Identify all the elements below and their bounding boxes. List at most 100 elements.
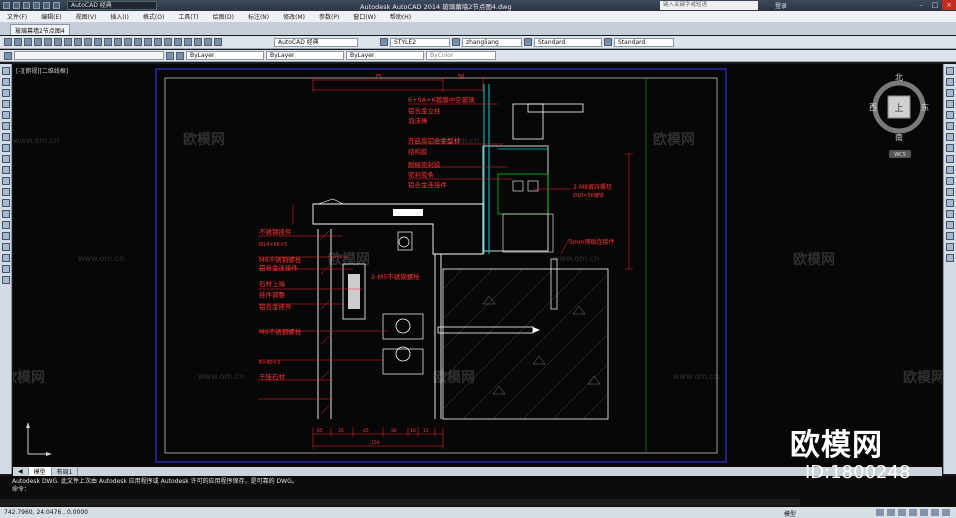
redo-icon[interactable] <box>104 38 112 46</box>
tab-model[interactable]: 模型 <box>28 467 52 476</box>
undo-icon[interactable] <box>94 38 102 46</box>
erase-icon[interactable] <box>946 67 954 75</box>
mleader-style-icon[interactable] <box>604 38 612 46</box>
table-icon[interactable] <box>2 254 10 262</box>
menu-parametric[interactable]: 参数(P) <box>312 12 346 21</box>
hardware-accel-icon[interactable] <box>920 509 928 516</box>
isolate-objects-icon[interactable] <box>931 509 939 516</box>
region-icon[interactable] <box>2 243 10 251</box>
ellipse-arc-icon[interactable] <box>2 177 10 185</box>
insert-block-icon[interactable] <box>2 188 10 196</box>
table-style-select[interactable]: Standard <box>534 37 602 47</box>
spline-icon[interactable] <box>2 155 10 163</box>
menu-window[interactable]: 窗口(W) <box>346 12 383 21</box>
add-selected-icon[interactable] <box>2 276 10 284</box>
close-icon[interactable]: × <box>942 0 956 10</box>
quickcalc-icon[interactable] <box>204 38 212 46</box>
gradient-icon[interactable] <box>2 232 10 240</box>
lock-icon[interactable] <box>909 509 917 516</box>
redo-icon[interactable] <box>53 2 60 9</box>
workspace-dropdown[interactable]: AutoCAD 经典 <box>67 1 157 10</box>
layer-prev-icon[interactable] <box>166 51 174 60</box>
chamfer-icon[interactable] <box>946 221 954 229</box>
stretch-icon[interactable] <box>946 155 954 163</box>
ellipse-icon[interactable] <box>2 166 10 174</box>
circle-icon[interactable] <box>2 133 10 141</box>
workspace-select[interactable]: AutoCAD 经典 <box>274 37 358 47</box>
viewcube[interactable]: 上 北 南 东 西 WCS <box>869 72 929 162</box>
menu-edit[interactable]: 编辑(E) <box>34 12 68 21</box>
extend-icon[interactable] <box>946 177 954 185</box>
array-icon[interactable] <box>946 111 954 119</box>
lineweight-select[interactable]: ByLayer <box>346 51 424 60</box>
mleader-style-select[interactable]: Standard <box>614 37 674 47</box>
app-menu-icon[interactable] <box>3 2 10 9</box>
make-block-icon[interactable] <box>2 199 10 207</box>
fillet-icon[interactable] <box>946 232 954 240</box>
make-current-icon[interactable] <box>176 51 184 60</box>
tab-nav-first[interactable]: ◀ <box>13 468 29 475</box>
file-tab[interactable]: 玻璃幕墙2节点图4 <box>10 24 70 35</box>
undo-icon[interactable] <box>43 2 50 9</box>
trim-icon[interactable] <box>946 166 954 174</box>
move-icon[interactable] <box>946 122 954 130</box>
text-style-select[interactable]: STYLE2 <box>390 37 450 47</box>
workspace-switch-icon[interactable] <box>898 509 906 516</box>
annotation-visibility-icon[interactable] <box>887 509 895 516</box>
layer-select[interactable] <box>14 51 164 60</box>
maximize-icon[interactable]: □ <box>928 0 942 10</box>
layer-icon[interactable] <box>4 51 12 60</box>
menu-tools[interactable]: 工具(T) <box>171 12 205 21</box>
match-prop-icon[interactable] <box>84 38 92 46</box>
table-style-icon[interactable] <box>524 38 532 46</box>
dim-icon[interactable] <box>946 254 954 262</box>
properties-icon[interactable] <box>154 38 162 46</box>
new-file-icon[interactable] <box>13 2 20 9</box>
zoom-previous-icon[interactable] <box>144 38 152 46</box>
save-icon[interactable] <box>33 2 40 9</box>
point-icon[interactable] <box>2 210 10 218</box>
break-point-icon[interactable] <box>946 188 954 196</box>
hatch-icon[interactable] <box>2 221 10 229</box>
mirror-icon[interactable] <box>946 89 954 97</box>
menu-format[interactable]: 格式(O) <box>136 12 171 21</box>
sheet-set-icon[interactable] <box>184 38 192 46</box>
login-button[interactable]: 登录 <box>775 1 787 10</box>
annotation-scale-icon[interactable] <box>876 509 884 516</box>
line-icon[interactable] <box>2 67 10 75</box>
minimize-icon[interactable]: – <box>914 0 928 10</box>
break-icon[interactable] <box>946 199 954 207</box>
mtext-icon[interactable] <box>2 265 10 273</box>
help-search-input[interactable]: 键入关键字或短语 <box>660 1 758 10</box>
model-space-toggle[interactable]: 模型 <box>784 509 796 518</box>
tool-palettes-icon[interactable] <box>174 38 182 46</box>
preview-icon[interactable] <box>44 38 52 46</box>
join-icon[interactable] <box>946 210 954 218</box>
dim-style-select[interactable]: zhangliang <box>462 37 522 47</box>
clean-screen-icon[interactable] <box>942 509 950 516</box>
menu-view[interactable]: 视图(V) <box>69 12 104 21</box>
menu-file[interactable]: 文件(F) <box>0 12 34 21</box>
pan-icon[interactable] <box>114 38 122 46</box>
arc-icon[interactable] <box>2 122 10 130</box>
command-input[interactable] <box>0 499 800 506</box>
text-style-icon[interactable] <box>380 38 388 46</box>
zoom-window-icon[interactable] <box>134 38 142 46</box>
menu-insert[interactable]: 插入(I) <box>103 12 135 21</box>
print-icon[interactable] <box>34 38 42 46</box>
cut-icon[interactable] <box>54 38 62 46</box>
menu-modify[interactable]: 修改(M) <box>276 12 312 21</box>
drawing-viewport[interactable]: [-][俯视][二维线框] 75 50 65 35 45 30 10 15 15… <box>13 64 942 467</box>
linetype-select[interactable]: ByLayer <box>266 51 344 60</box>
plotstyle-select[interactable]: ByColor <box>426 51 496 60</box>
construction-line-icon[interactable] <box>2 78 10 86</box>
new-icon[interactable] <box>4 38 12 46</box>
rotate-icon[interactable] <box>946 133 954 141</box>
open-icon[interactable] <box>14 38 22 46</box>
dim-style-icon[interactable] <box>452 38 460 46</box>
explode-icon[interactable] <box>946 243 954 251</box>
rectangle-icon[interactable] <box>2 111 10 119</box>
save-icon[interactable] <box>24 38 32 46</box>
markup-icon[interactable] <box>194 38 202 46</box>
help-icon[interactable] <box>214 38 222 46</box>
